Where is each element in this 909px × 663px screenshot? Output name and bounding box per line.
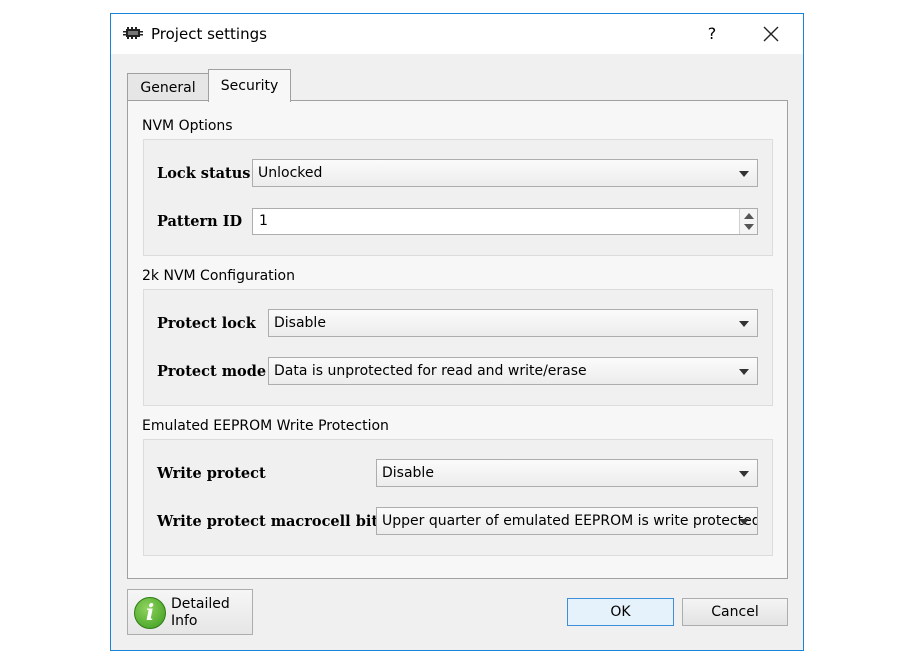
chip-icon bbox=[123, 27, 143, 39]
detailed-info-button[interactable]: i Detailed Info bbox=[127, 589, 253, 635]
write-protect-value: Disable bbox=[382, 465, 434, 481]
protect-lock-label: Protect lock bbox=[157, 315, 256, 332]
spin-down-icon[interactable] bbox=[744, 224, 754, 230]
nvm-options-title: NVM Options bbox=[142, 118, 233, 134]
cancel-button[interactable]: Cancel bbox=[682, 598, 788, 626]
macrocell-select[interactable]: Upper quarter of emulated EEPROM is writ… bbox=[376, 507, 758, 535]
project-settings-dialog: Project settings ? General Security NVM … bbox=[110, 13, 804, 651]
chevron-down-icon bbox=[739, 171, 749, 177]
lock-status-label: Lock status bbox=[157, 165, 251, 182]
info-label-line2: Info bbox=[171, 613, 198, 629]
write-protect-select[interactable]: Disable bbox=[376, 459, 758, 487]
nvm-options-group: Lock status Unlocked Pattern ID 1 bbox=[143, 139, 773, 256]
chevron-down-icon bbox=[739, 369, 749, 375]
protect-lock-value: Disable bbox=[274, 315, 326, 331]
protect-mode-label: Protect mode bbox=[157, 363, 267, 380]
spin-buttons[interactable] bbox=[739, 209, 757, 234]
close-button[interactable] bbox=[756, 20, 786, 48]
security-panel: NVM Options Lock status Unlocked Pattern… bbox=[127, 100, 788, 579]
chevron-down-icon bbox=[739, 471, 749, 477]
pattern-id-spinbox[interactable]: 1 bbox=[252, 208, 758, 235]
close-icon bbox=[763, 26, 779, 42]
window-title: Project settings bbox=[151, 25, 267, 43]
nvm-2k-group: Protect lock Disable Protect mode Data i… bbox=[143, 289, 773, 406]
pattern-id-label: Pattern ID bbox=[157, 213, 243, 230]
protect-lock-select[interactable]: Disable bbox=[268, 309, 758, 337]
protect-mode-value: Data is unprotected for read and write/e… bbox=[274, 363, 587, 379]
protect-mode-select[interactable]: Data is unprotected for read and write/e… bbox=[268, 357, 758, 385]
title-bar: Project settings ? bbox=[111, 14, 803, 54]
info-icon: i bbox=[134, 597, 166, 629]
lock-status-select[interactable]: Unlocked bbox=[252, 159, 758, 187]
chevron-down-icon bbox=[739, 519, 749, 525]
macrocell-label: Write protect macrocell bits bbox=[157, 513, 387, 530]
lock-status-value: Unlocked bbox=[258, 165, 323, 181]
info-label-line1: Detailed bbox=[171, 596, 230, 612]
chevron-down-icon bbox=[739, 321, 749, 327]
tab-general[interactable]: General bbox=[127, 73, 209, 101]
pattern-id-value: 1 bbox=[259, 213, 268, 229]
ok-button[interactable]: OK bbox=[567, 598, 674, 626]
write-protect-label: Write protect bbox=[157, 465, 266, 482]
tab-security[interactable]: Security bbox=[208, 69, 291, 102]
macrocell-value: Upper quarter of emulated EEPROM is writ… bbox=[382, 513, 758, 529]
nvm-2k-title: 2k NVM Configuration bbox=[142, 268, 295, 284]
eeprom-group: Write protect Disable Write protect macr… bbox=[143, 439, 773, 556]
eeprom-title: Emulated EEPROM Write Protection bbox=[142, 418, 389, 434]
help-button[interactable]: ? bbox=[699, 22, 725, 46]
spin-up-icon[interactable] bbox=[744, 213, 754, 219]
